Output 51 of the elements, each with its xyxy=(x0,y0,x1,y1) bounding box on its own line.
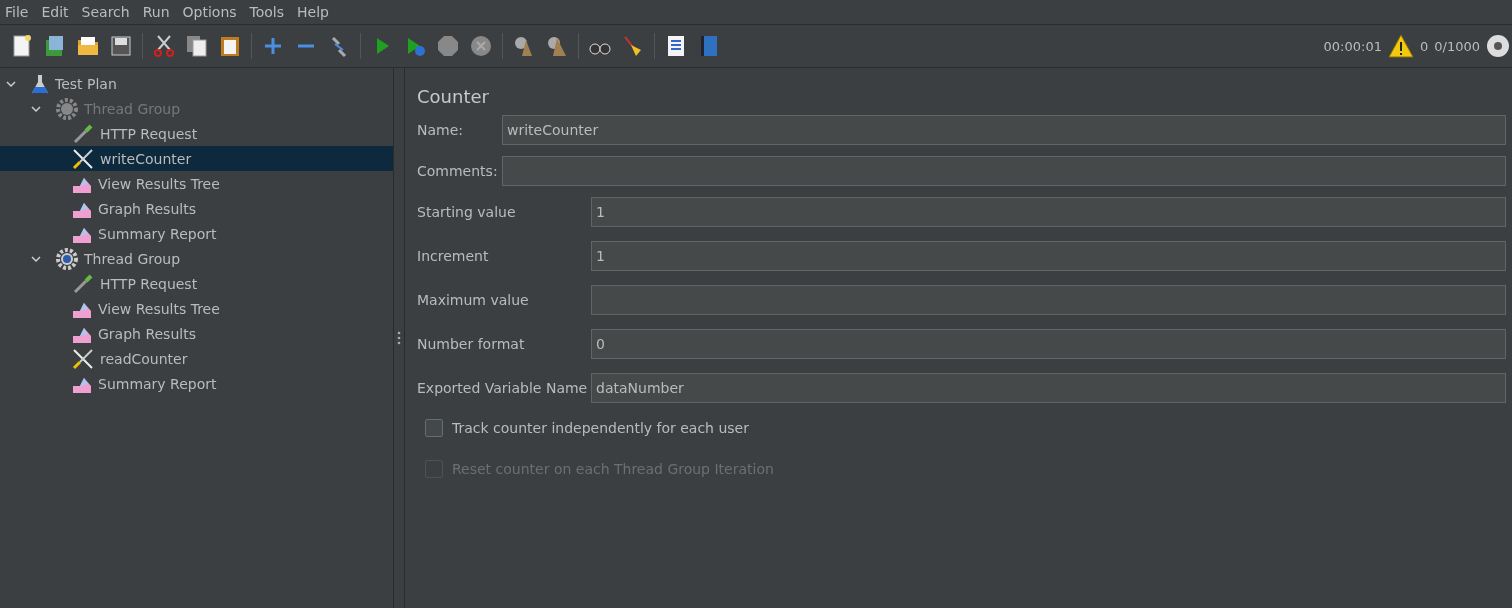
checkbox[interactable] xyxy=(425,419,443,437)
tree-item[interactable]: Thread Group xyxy=(0,246,393,271)
warning-icon xyxy=(1387,34,1414,58)
field-label: Name: xyxy=(417,122,465,138)
tree-item[interactable]: View Results Tree xyxy=(0,296,393,321)
field-label: Exported Variable Name xyxy=(417,380,589,396)
tools-icon xyxy=(72,347,94,370)
flask-icon xyxy=(31,73,49,94)
tree-item[interactable]: readCounter xyxy=(0,346,393,371)
tree-item[interactable]: Graph Results xyxy=(0,321,393,346)
menu-item[interactable]: Edit xyxy=(41,4,81,20)
shutdown-icon[interactable] xyxy=(469,34,493,58)
open-folder-icon[interactable] xyxy=(76,34,100,58)
pipette-icon xyxy=(72,272,94,295)
tree-item[interactable]: HTTP Request xyxy=(0,271,393,296)
field-label: Number format xyxy=(417,336,526,352)
tools-icon xyxy=(72,147,94,170)
menu-item[interactable]: Search xyxy=(81,4,142,20)
elapsed-time: 00:00:01 xyxy=(1323,38,1382,54)
tree-item[interactable]: Test Plan xyxy=(0,71,393,96)
field-label: Comments: xyxy=(417,163,499,179)
warning-count: 0 xyxy=(1419,38,1429,54)
scissors-icon[interactable] xyxy=(152,34,176,58)
field-label: Maximum value xyxy=(417,292,530,308)
text-field[interactable]: dataNumber xyxy=(591,373,1506,403)
gear-icon xyxy=(56,247,78,270)
clipboard-icon[interactable] xyxy=(218,34,242,58)
field-label: Starting value xyxy=(417,204,517,220)
stop-icon[interactable] xyxy=(436,34,460,58)
pipette-icon xyxy=(72,122,94,145)
copy-icon[interactable] xyxy=(185,34,209,58)
text-field[interactable]: 1 xyxy=(591,197,1506,227)
drag-handle-icon[interactable] xyxy=(397,331,401,345)
menu-item[interactable]: Help xyxy=(297,4,341,20)
thread-count: 0/1000 xyxy=(1434,38,1480,54)
gear-icon xyxy=(56,97,78,120)
text-field[interactable] xyxy=(502,156,1506,186)
menu-item[interactable]: File xyxy=(5,4,41,20)
text-field[interactable]: 0 xyxy=(591,329,1506,359)
new-document-icon[interactable] xyxy=(10,34,34,58)
tree-item[interactable]: Summary Report xyxy=(0,371,393,396)
menu-item[interactable]: Run xyxy=(142,4,182,20)
field-label: Increment xyxy=(417,248,490,264)
checkbox-label: Track counter independently for each user xyxy=(452,420,749,436)
panel-title: Counter xyxy=(417,86,490,107)
text-field[interactable]: 1 xyxy=(591,241,1506,271)
text-field[interactable]: writeCounter xyxy=(502,115,1506,145)
idle-status-icon xyxy=(1486,34,1510,58)
text-field[interactable] xyxy=(591,285,1506,315)
menu-item[interactable]: Tools xyxy=(249,4,297,20)
menu-item[interactable]: Options xyxy=(182,4,249,20)
